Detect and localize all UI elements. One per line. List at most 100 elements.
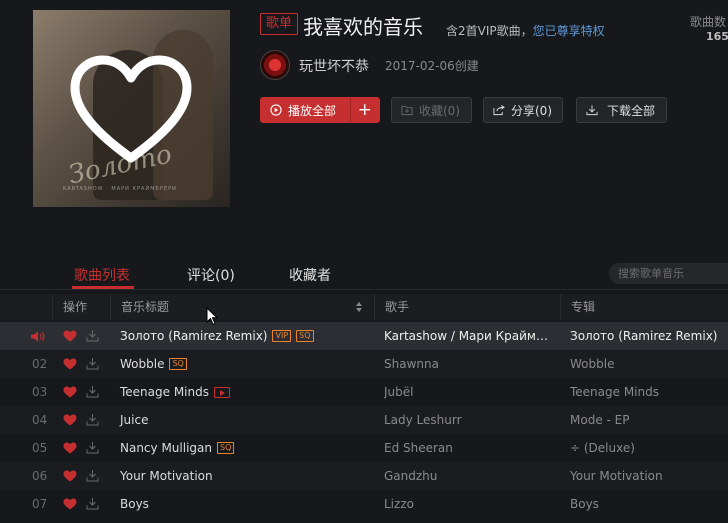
song-artist[interactable]: Lizzo [384, 497, 554, 511]
created-date: 2017-02-06创建 [385, 59, 479, 73]
song-title-text: Wobble [120, 357, 165, 371]
download-icon[interactable] [86, 357, 99, 370]
song-album[interactable]: Boys [570, 497, 599, 511]
header-title-label: 音乐标题 [121, 300, 170, 314]
share-label: 分享(0) [511, 103, 552, 118]
add-to-queue-button[interactable]: + [349, 98, 379, 122]
table-row[interactable]: 05 Nancy Mulligan SQ Ed Sheeran ÷ (Delux… [0, 434, 728, 462]
collect-button[interactable]: 收藏(0) [391, 97, 472, 123]
like-heart-icon[interactable] [63, 386, 77, 398]
download-icon[interactable] [86, 497, 99, 510]
like-heart-icon[interactable] [63, 442, 77, 454]
song-title-text: Teenage Minds [120, 385, 209, 399]
song-artist[interactable]: Ed Sheeran [384, 441, 554, 455]
song-title[interactable]: Золото (Ramirez Remix) VIP SQ [120, 329, 314, 343]
download-icon[interactable] [86, 329, 99, 342]
tab-song-list[interactable]: 歌曲列表 [74, 265, 130, 285]
download-icon[interactable] [86, 413, 99, 426]
song-title-text: Золото (Ramirez Remix) [120, 329, 268, 343]
song-index: 06 [32, 469, 48, 483]
play-circle-icon [270, 104, 282, 116]
sq-badge: SQ [296, 330, 314, 342]
song-title-text: Your Motivation [120, 469, 213, 483]
song-title[interactable]: Juice [120, 413, 148, 427]
playlist-title: 我喜欢的音乐 [303, 15, 423, 39]
share-button[interactable]: 分享(0) [483, 97, 563, 123]
song-index: 05 [32, 441, 48, 455]
playlist-cover[interactable]: Золото KARTASHOW · МАРИ КРАЙМБРЕРИ [33, 10, 230, 207]
header-ops: 操作 [52, 294, 110, 320]
song-index: 07 [32, 497, 48, 511]
song-artist[interactable]: Lady Leshurr [384, 413, 554, 427]
song-album[interactable]: Wobble [570, 357, 614, 371]
song-title[interactable]: Teenage Minds [120, 385, 230, 399]
play-all-button[interactable]: 播放全部 + [260, 97, 380, 123]
song-title[interactable]: Wobble SQ [120, 357, 187, 371]
song-count-label: 歌曲数 [690, 15, 727, 29]
song-album[interactable]: Teenage Minds [570, 385, 659, 399]
song-title[interactable]: Boys [120, 497, 149, 511]
header-title[interactable]: 音乐标题 [110, 294, 374, 320]
mouse-pointer-icon [206, 307, 218, 326]
table-row[interactable]: Золото (Ramirez Remix) VIP SQ Kartashow … [0, 322, 728, 350]
vip-badge: VIP [272, 330, 292, 342]
like-heart-icon[interactable] [63, 414, 77, 426]
playlist-search-input[interactable]: 搜索歌单音乐 [609, 263, 728, 284]
song-index: 02 [32, 357, 48, 371]
song-index: 04 [32, 413, 48, 427]
song-album[interactable]: Your Motivation [570, 469, 663, 483]
song-title-text: Juice [120, 413, 149, 427]
like-heart-icon[interactable] [63, 470, 77, 482]
download-all-label: 下载全部 [607, 103, 656, 118]
table-row[interactable]: 02 Wobble SQ Shawnna Wobble [0, 350, 728, 378]
sort-icon [356, 302, 362, 312]
song-title[interactable]: Your Motivation [120, 469, 213, 483]
like-heart-icon[interactable] [63, 358, 77, 370]
vip-note-text: 含2首VIP歌曲， [446, 24, 533, 38]
creator-avatar[interactable] [260, 50, 290, 80]
download-icon[interactable] [86, 469, 99, 482]
share-icon [493, 105, 505, 116]
tab-comments[interactable]: 评论(0) [187, 265, 235, 285]
speaker-icon [31, 331, 45, 342]
like-heart-icon[interactable] [63, 330, 77, 342]
song-table-header: 操作 音乐标题 歌手 专辑 [0, 294, 728, 320]
song-artist[interactable]: Shawnna [384, 357, 554, 371]
song-album[interactable]: Mode - EP [570, 413, 629, 427]
sq-badge: SQ [169, 358, 187, 370]
heart-outline-icon [70, 55, 192, 163]
download-icon[interactable] [86, 441, 99, 454]
download-all-button[interactable]: 下载全部 [576, 97, 667, 123]
header-album[interactable]: 专辑 [560, 294, 728, 320]
table-row[interactable]: 06 Your Motivation Gandzhu Your Motivati… [0, 462, 728, 490]
download-icon [586, 105, 598, 116]
play-all-main[interactable]: 播放全部 [261, 98, 350, 122]
vip-note: 含2首VIP歌曲，您已尊享特权 [446, 22, 605, 39]
like-heart-icon[interactable] [63, 498, 77, 510]
table-row[interactable]: 04 Juice Lady Leshurr Mode - EP [0, 406, 728, 434]
cover-caption: KARTASHOW · МАРИ КРАЙМБРЕРИ [63, 186, 177, 192]
sq-badge: SQ [217, 442, 235, 454]
playlist-tag: 歌单 [260, 13, 298, 35]
creator-name[interactable]: 玩世坏不恭 [299, 56, 369, 76]
folder-plus-icon [401, 105, 413, 116]
song-artist[interactable]: Gandzhu [384, 469, 554, 483]
song-album[interactable]: ÷ (Deluxe) [570, 441, 635, 455]
song-artist[interactable]: Kartashow / Мари Краймбр... [384, 329, 554, 343]
download-icon[interactable] [86, 385, 99, 398]
song-title-text: Boys [120, 497, 149, 511]
header-artist[interactable]: 歌手 [374, 294, 560, 320]
vip-privilege-link[interactable]: 您已尊享特权 [533, 24, 605, 38]
collect-label: 收藏(0) [419, 103, 460, 118]
tabs-divider [0, 289, 728, 290]
table-row[interactable]: 07 Boys Lizzo Boys [0, 490, 728, 518]
table-row[interactable]: 03 Teenage Minds Jubël Teenage Minds [0, 378, 728, 406]
song-artist[interactable]: Jubël [384, 385, 554, 399]
song-index: 03 [32, 385, 48, 399]
tab-collectors[interactable]: 收藏者 [289, 265, 331, 285]
song-count-value: 165 [706, 30, 728, 43]
song-album[interactable]: Золото (Ramirez Remix) [570, 329, 717, 343]
song-title[interactable]: Nancy Mulligan SQ [120, 441, 235, 455]
mv-play-icon[interactable] [214, 386, 230, 398]
song-title-text: Nancy Mulligan [120, 441, 212, 455]
